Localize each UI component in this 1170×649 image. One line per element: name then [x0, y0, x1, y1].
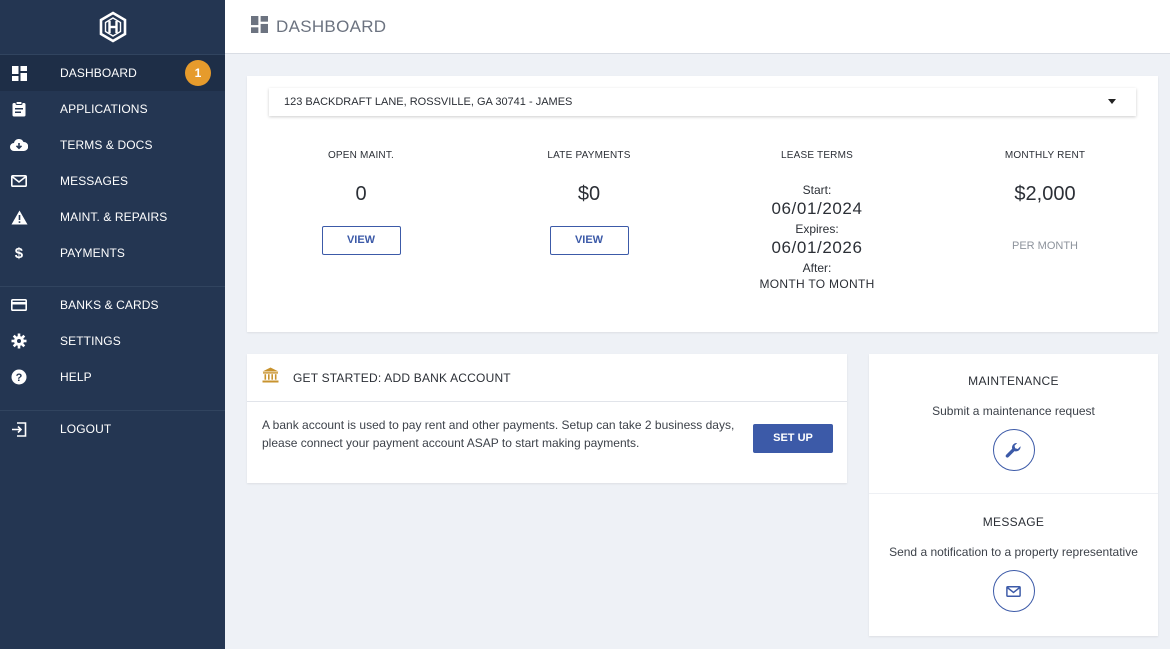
- stat-label: LATE PAYMENTS: [547, 150, 631, 161]
- notification-badge: 1: [185, 60, 211, 86]
- send-message-button[interactable]: [992, 570, 1035, 612]
- sidebar-item-label: TERMS & DOCS: [60, 138, 153, 152]
- sidebar-item-payments[interactable]: $ PAYMENTS: [0, 235, 225, 271]
- property-select[interactable]: 123 BACKDRAFT LANE, ROSSVILLE, GA 30741 …: [269, 88, 1136, 116]
- sidebar-item-label: MAINT. & REPAIRS: [60, 210, 168, 224]
- stat-label: MONTHLY RENT: [1004, 150, 1086, 161]
- sidebar-item-label: SETTINGS: [60, 334, 121, 348]
- dashboard-icon: [251, 15, 268, 38]
- page-header: DASHBOARD: [225, 0, 1170, 54]
- view-late-payments-button[interactable]: VIEW: [549, 226, 629, 255]
- logout-icon: [10, 420, 28, 438]
- bank-card-description: A bank account is used to pay rent and o…: [262, 418, 735, 450]
- hexagon-logo-icon: [99, 11, 126, 43]
- lease-start-label: Start:: [802, 183, 832, 197]
- sidebar: DASHBOARD 1 APPLICATIONS TERMS & DOCS ME…: [0, 0, 225, 649]
- gear-icon: [10, 332, 28, 350]
- sidebar-item-messages[interactable]: MESSAGES: [0, 163, 225, 199]
- sidebar-item-label: APPLICATIONS: [60, 102, 148, 116]
- sidebar-item-applications[interactable]: APPLICATIONS: [0, 91, 225, 127]
- svg-text:?: ?: [16, 372, 23, 384]
- sidebar-item-logout[interactable]: LOGOUT: [0, 411, 225, 447]
- clipboard-icon: [10, 100, 28, 118]
- maintenance-subtitle: Submit a maintenance request: [932, 404, 1095, 418]
- maintenance-section: MAINTENANCE Submit a maintenance request: [869, 374, 1158, 471]
- message-section: MESSAGE Send a notification to a propert…: [869, 515, 1158, 612]
- credit-card-icon: [10, 296, 28, 314]
- nav-group-session: LOGOUT: [0, 410, 225, 447]
- sidebar-item-label: PAYMENTS: [60, 246, 126, 260]
- property-select-value: 123 BACKDRAFT LANE, ROSSVILLE, GA 30741 …: [284, 96, 573, 108]
- add-bank-card: GET STARTED: ADD BANK ACCOUNT A bank acc…: [247, 354, 847, 483]
- wrench-icon: [1005, 442, 1021, 458]
- lease-after-label: After:: [802, 261, 832, 275]
- page-title: DASHBOARD: [276, 16, 387, 36]
- sidebar-item-label: DASHBOARD: [60, 66, 137, 80]
- lease-summary-card: 123 BACKDRAFT LANE, ROSSVILLE, GA 30741 …: [247, 76, 1158, 332]
- stat-label: OPEN MAINT.: [327, 150, 395, 161]
- quick-actions-card: MAINTENANCE Submit a maintenance request…: [869, 354, 1158, 636]
- message-subtitle: Send a notification to a property repres…: [889, 545, 1138, 559]
- caret-down-icon: [1108, 99, 1116, 104]
- help-icon: ?: [10, 368, 28, 386]
- open-maint-stat: OPEN MAINT. 0 VIEW: [247, 150, 475, 255]
- bank-icon: [262, 367, 279, 388]
- sidebar-item-label: HELP: [60, 370, 92, 384]
- warning-icon: [10, 208, 28, 226]
- sidebar-item-terms-docs[interactable]: TERMS & DOCS: [0, 127, 225, 163]
- message-title: MESSAGE: [982, 515, 1045, 529]
- dashboard-icon: [10, 64, 28, 82]
- sidebar-item-maint-repairs[interactable]: MAINT. & REPAIRS: [0, 199, 225, 235]
- sidebar-item-banks-cards[interactable]: BANKS & CARDS: [0, 287, 225, 323]
- rent-period: PER MONTH: [1012, 240, 1078, 252]
- stat-value: $0: [577, 183, 601, 205]
- sidebar-item-settings[interactable]: SETTINGS: [0, 323, 225, 359]
- sidebar-item-label: LOGOUT: [60, 422, 112, 436]
- stat-value: $2,000: [1014, 183, 1076, 205]
- sidebar-item-help[interactable]: ? HELP: [0, 359, 225, 395]
- app-logo[interactable]: [0, 0, 225, 54]
- section-divider: [869, 493, 1158, 494]
- nav-group-account: BANKS & CARDS SETTINGS ? HELP: [0, 286, 225, 410]
- bank-card-header: GET STARTED: ADD BANK ACCOUNT: [247, 354, 847, 402]
- envelope-icon: [10, 172, 28, 190]
- sidebar-item-dashboard[interactable]: DASHBOARD 1: [0, 55, 225, 91]
- sidebar-item-label: MESSAGES: [60, 174, 129, 188]
- lease-after-value: MONTH TO MONTH: [759, 277, 875, 291]
- lease-expires-date: 06/01/2026: [771, 238, 863, 257]
- late-payments-stat: LATE PAYMENTS $0 VIEW: [475, 150, 703, 255]
- view-open-maint-button[interactable]: VIEW: [321, 226, 401, 255]
- maintenance-request-button[interactable]: [992, 429, 1035, 471]
- sidebar-item-label: BANKS & CARDS: [60, 298, 159, 312]
- nav-group-main: DASHBOARD 1 APPLICATIONS TERMS & DOCS ME…: [0, 54, 225, 286]
- envelope-icon: [1006, 585, 1021, 597]
- stat-value: 0: [355, 183, 367, 205]
- dollar-icon: $: [14, 244, 24, 262]
- lease-expires-label: Expires:: [795, 222, 839, 236]
- maintenance-title: MAINTENANCE: [968, 374, 1059, 388]
- stat-label: LEASE TERMS: [780, 150, 854, 161]
- monthly-rent-stat: MONTHLY RENT $2,000 PER MONTH: [931, 150, 1159, 252]
- lease-start-date: 06/01/2024: [771, 199, 863, 218]
- cloud-download-icon: [10, 136, 28, 154]
- lease-terms-stat: LEASE TERMS Start: 06/01/2024 Expires: 0…: [703, 150, 931, 291]
- bank-card-title: GET STARTED: ADD BANK ACCOUNT: [293, 370, 511, 385]
- setup-bank-button[interactable]: SET UP: [753, 424, 833, 453]
